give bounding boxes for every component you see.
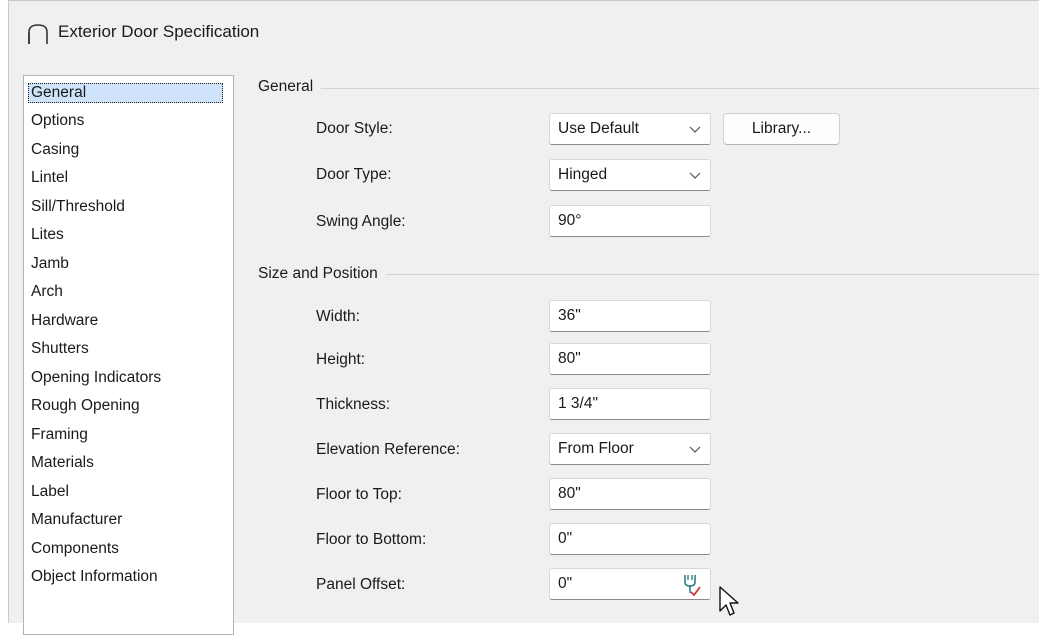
nav-item-object-information[interactable]: Object Information: [28, 567, 161, 587]
chevron-down-icon: [689, 172, 701, 179]
nav-item-hardware[interactable]: Hardware: [28, 311, 101, 331]
thickness-input[interactable]: 1 3/4": [549, 388, 711, 420]
nav-item-lites[interactable]: Lites: [28, 225, 67, 245]
floor-to-top-value: 80": [558, 485, 581, 502]
width-label: Width:: [316, 308, 360, 325]
swing-angle-value: 90°: [558, 212, 582, 229]
library-button[interactable]: Library...: [723, 113, 840, 145]
title-bar: Exterior Door Specification: [9, 1, 1039, 65]
nav-item-components[interactable]: Components: [28, 539, 122, 559]
door-style-dropdown[interactable]: Use Default: [549, 113, 711, 145]
nav-item-materials[interactable]: Materials: [28, 453, 97, 473]
door-type-value: Hinged: [558, 166, 608, 183]
chevron-down-icon: [689, 126, 701, 133]
exterior-door-dialog: Exterior Door Specification General Opti…: [8, 0, 1039, 635]
nav-item-options[interactable]: Options: [28, 111, 87, 131]
mouse-pointer-icon: [719, 586, 739, 616]
nav-item-manufacturer[interactable]: Manufacturer: [28, 510, 125, 530]
general-section-title: General: [258, 78, 322, 96]
panel-offset-value: 0": [558, 575, 573, 592]
height-input[interactable]: 80": [549, 343, 711, 375]
nav-item-shutters[interactable]: Shutters: [28, 339, 92, 359]
width-input[interactable]: 36": [549, 300, 711, 332]
chevron-down-icon: [689, 446, 701, 453]
floor-to-top-label: Floor to Top:: [316, 486, 402, 503]
nav-item-jamb[interactable]: Jamb: [28, 254, 72, 274]
width-value: 36": [558, 307, 581, 324]
swing-angle-label: Swing Angle:: [316, 213, 406, 230]
edit-tool-icon[interactable]: [680, 573, 702, 597]
door-type-label: Door Type:: [316, 166, 392, 183]
nav-item-casing[interactable]: Casing: [28, 140, 82, 160]
panel-offset-input[interactable]: 0": [549, 568, 711, 600]
category-list[interactable]: General Options Casing Lintel Sill/Thres…: [23, 75, 234, 635]
nav-item-sill-threshold[interactable]: Sill/Threshold: [28, 197, 128, 217]
height-value: 80": [558, 350, 581, 367]
general-section-rule: [259, 88, 1039, 89]
nav-item-lintel[interactable]: Lintel: [28, 168, 71, 188]
nav-item-rough-opening[interactable]: Rough Opening: [28, 396, 143, 416]
panel-offset-label: Panel Offset:: [316, 576, 406, 593]
nav-item-framing[interactable]: Framing: [28, 425, 91, 445]
elevation-reference-dropdown[interactable]: From Floor: [549, 433, 711, 465]
floor-to-top-input[interactable]: 80": [549, 478, 711, 510]
thickness-value: 1 3/4": [558, 395, 598, 412]
thickness-label: Thickness:: [316, 396, 391, 413]
nav-item-opening-indicators[interactable]: Opening Indicators: [28, 368, 164, 388]
nav-item-label[interactable]: Label: [28, 482, 72, 502]
height-label: Height:: [316, 351, 366, 368]
door-style-value: Use Default: [558, 120, 639, 137]
elevation-reference-label: Elevation Reference:: [316, 441, 460, 458]
size-position-section-title: Size and Position: [258, 265, 386, 283]
floor-to-bottom-value: 0": [558, 530, 573, 547]
floor-to-bottom-label: Floor to Bottom:: [316, 531, 427, 548]
nav-item-general[interactable]: General: [28, 83, 223, 103]
door-type-dropdown[interactable]: Hinged: [549, 159, 711, 191]
floor-to-bottom-input[interactable]: 0": [549, 523, 711, 555]
swing-angle-input[interactable]: 90°: [549, 205, 711, 237]
arch-door-icon: [28, 24, 48, 44]
nav-item-arch[interactable]: Arch: [28, 282, 66, 302]
window-title: Exterior Door Specification: [58, 22, 260, 41]
elevation-reference-value: From Floor: [558, 440, 634, 457]
door-style-label: Door Style:: [316, 120, 393, 137]
